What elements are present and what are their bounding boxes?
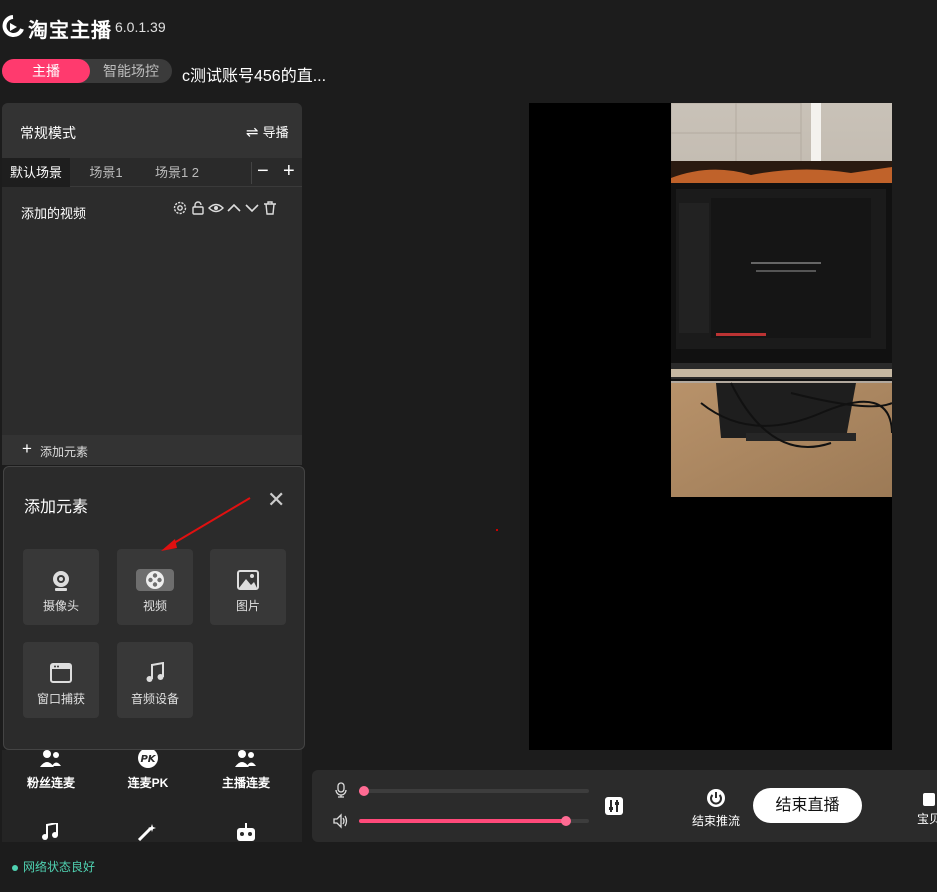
director-label: 导播	[262, 125, 289, 140]
network-status-label: 网络状态良好	[23, 860, 96, 874]
add-element-button[interactable]: + 添加元素	[2, 435, 302, 465]
add-element-dialog: 添加元素 ✕ 摄像头 视频 图片 窗口捕获 音频设备	[3, 466, 305, 750]
svg-text:PK: PK	[140, 754, 156, 765]
add-scene-button[interactable]: +	[283, 158, 295, 185]
magic-wand-icon[interactable]	[136, 823, 160, 841]
swap-icon: ⇌	[246, 124, 259, 141]
preview-video-frame	[671, 103, 892, 497]
element-label: 窗口捕获	[36, 692, 85, 706]
gear-icon[interactable]	[172, 200, 188, 216]
add-camera-button[interactable]: 摄像头	[23, 549, 99, 625]
fan-mic-link-tool[interactable]: 粉丝连麦	[11, 748, 91, 791]
add-audio-device-button[interactable]: 音频设备	[117, 642, 193, 718]
tool-label: 连麦PK	[127, 776, 169, 790]
scene-tabs: 默认场景 场景1 场景1 2 − +	[2, 158, 302, 187]
title-bar: 淘宝主播 6.0.1.39	[0, 0, 937, 54]
live-preview[interactable]	[529, 103, 892, 750]
app-version: 6.0.1.39	[115, 19, 166, 35]
element-label: 摄像头	[42, 599, 79, 613]
speaker-icon[interactable]	[332, 813, 348, 829]
speaker-volume-handle[interactable]	[561, 816, 571, 826]
status-dot	[12, 864, 18, 871]
tab-scene-1[interactable]: 场景1	[80, 158, 132, 187]
tab-default-scene[interactable]: 默认场景	[2, 158, 70, 187]
element-label: 音频设备	[130, 692, 179, 706]
chevron-up-icon[interactable]	[226, 200, 242, 216]
end-live-button[interactable]: 结束直播	[753, 788, 862, 823]
mode-label: 常规模式	[20, 125, 76, 141]
pk-icon: PK	[138, 748, 158, 768]
lock-icon[interactable]	[190, 200, 206, 216]
add-window-capture-button[interactable]: 窗口捕获	[23, 642, 99, 718]
room-title: c测试账号456的直...	[182, 68, 327, 85]
director-button[interactable]: ⇌ 导播	[246, 122, 289, 141]
users-icon	[40, 750, 61, 767]
speaker-volume-fill	[359, 819, 566, 823]
element-label: 图片	[235, 599, 260, 613]
music-note-icon[interactable]	[40, 823, 60, 841]
annotation-arrow	[161, 497, 251, 551]
microphone-volume-handle[interactable]	[358, 786, 369, 796]
remove-scene-button[interactable]: −	[257, 158, 269, 185]
image-icon	[237, 570, 259, 590]
app-logo-icon	[2, 15, 24, 37]
products-button[interactable]: 宝贝	[917, 788, 937, 828]
robot-icon[interactable]	[234, 823, 258, 841]
close-icon[interactable]: ✕	[267, 487, 285, 513]
mode-switch: 主播 智能场控	[2, 59, 172, 83]
eye-icon[interactable]	[208, 200, 224, 216]
divider	[251, 162, 252, 184]
network-status: 网络状态良好	[12, 858, 95, 875]
chevron-down-icon[interactable]	[244, 200, 260, 216]
host-mic-link-tool[interactable]: 主播连麦	[206, 748, 286, 791]
video-frame-picture	[671, 103, 892, 497]
tool-label: 主播连麦	[221, 776, 270, 790]
scene-panel: 常规模式 ⇌ 导播 默认场景 场景1 场景1 2 − + 添加的视频	[2, 103, 302, 465]
plus-icon: +	[22, 439, 32, 458]
source-item-label: 添加的视频	[21, 206, 87, 221]
mode-smart-control-tab[interactable]: 智能场控	[90, 59, 172, 83]
users-icon	[235, 750, 256, 767]
add-image-button[interactable]: 图片	[210, 549, 286, 625]
add-video-button[interactable]: 视频	[117, 549, 193, 625]
dialog-title: 添加元素	[24, 499, 89, 516]
window-icon	[50, 663, 72, 683]
audio-mixer-icon[interactable]	[604, 796, 624, 816]
tab-scene-1-2[interactable]: 场景1 2	[148, 158, 206, 187]
microphone-volume-slider[interactable]	[358, 786, 589, 796]
speaker-volume-slider[interactable]	[359, 816, 589, 826]
control-bar: 结束推流 结束直播 宝贝	[312, 770, 937, 842]
bag-icon	[923, 793, 935, 806]
element-label: 视频	[142, 599, 167, 613]
panel-header: 常规模式 ⇌ 导播	[2, 103, 302, 158]
source-item[interactable]: 添加的视频	[2, 195, 302, 225]
mode-host-tab[interactable]: 主播	[2, 59, 90, 83]
products-label: 宝贝	[917, 812, 937, 826]
music-note-icon	[146, 662, 164, 682]
add-element-label: 添加元素	[40, 445, 89, 459]
stop-push-label: 结束推流	[691, 814, 740, 828]
app-name: 淘宝主播	[28, 20, 112, 42]
mic-pk-tool[interactable]: PK 连麦PK	[108, 748, 188, 791]
power-icon	[707, 789, 725, 807]
stop-push-button[interactable]: 结束推流	[684, 788, 748, 829]
film-reel-icon	[136, 569, 174, 591]
trash-icon[interactable]	[262, 200, 278, 216]
tool-label: 粉丝连麦	[26, 776, 75, 790]
camera-icon	[53, 571, 69, 591]
microphone-icon[interactable]	[334, 782, 348, 798]
stray-pixel	[496, 529, 498, 531]
